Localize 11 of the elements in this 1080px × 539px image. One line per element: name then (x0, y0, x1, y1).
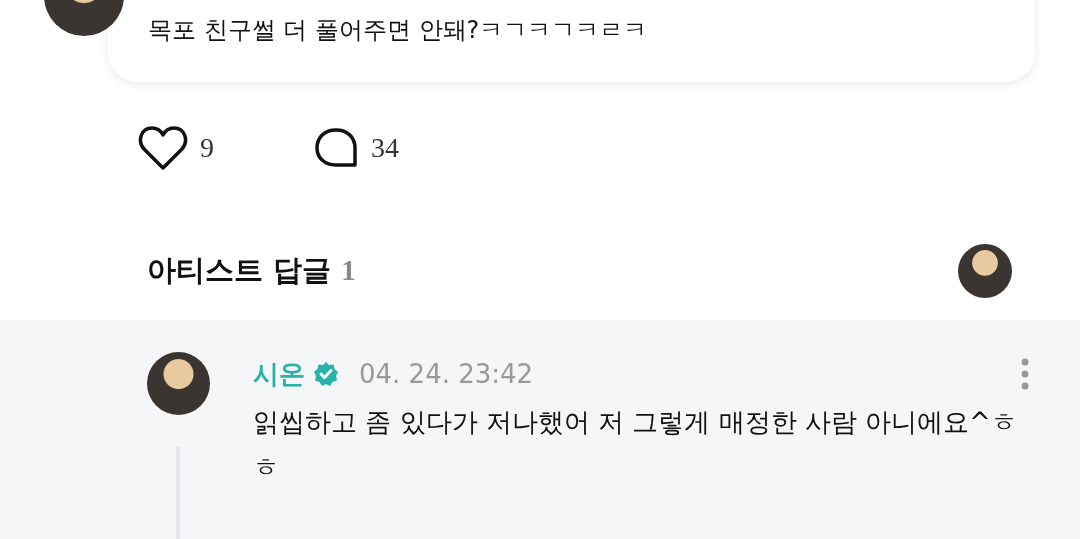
comment-text: 목포 친구썰 더 풀어주면 안돼?ㅋㄱㅋㄱㅋㄹㅋ (148, 15, 648, 46)
reply-text: 읽씹하고 좀 있다가 저나했어 저 그렇게 매정한 사람 아니에요^ㅎㅎ (253, 406, 1018, 484)
like-count: 9 (200, 132, 214, 164)
artist-avatar[interactable] (958, 244, 1012, 298)
section-title: 아티스트 답글 1 (147, 252, 356, 289)
speech-bubble-icon[interactable] (315, 128, 359, 168)
comment-count: 34 (371, 132, 399, 164)
heart-icon[interactable] (138, 125, 188, 171)
reply-time: 04. 24. 23:42 (359, 359, 534, 389)
more-options-icon[interactable] (1021, 358, 1029, 390)
author-name[interactable]: 시온 (253, 356, 305, 392)
